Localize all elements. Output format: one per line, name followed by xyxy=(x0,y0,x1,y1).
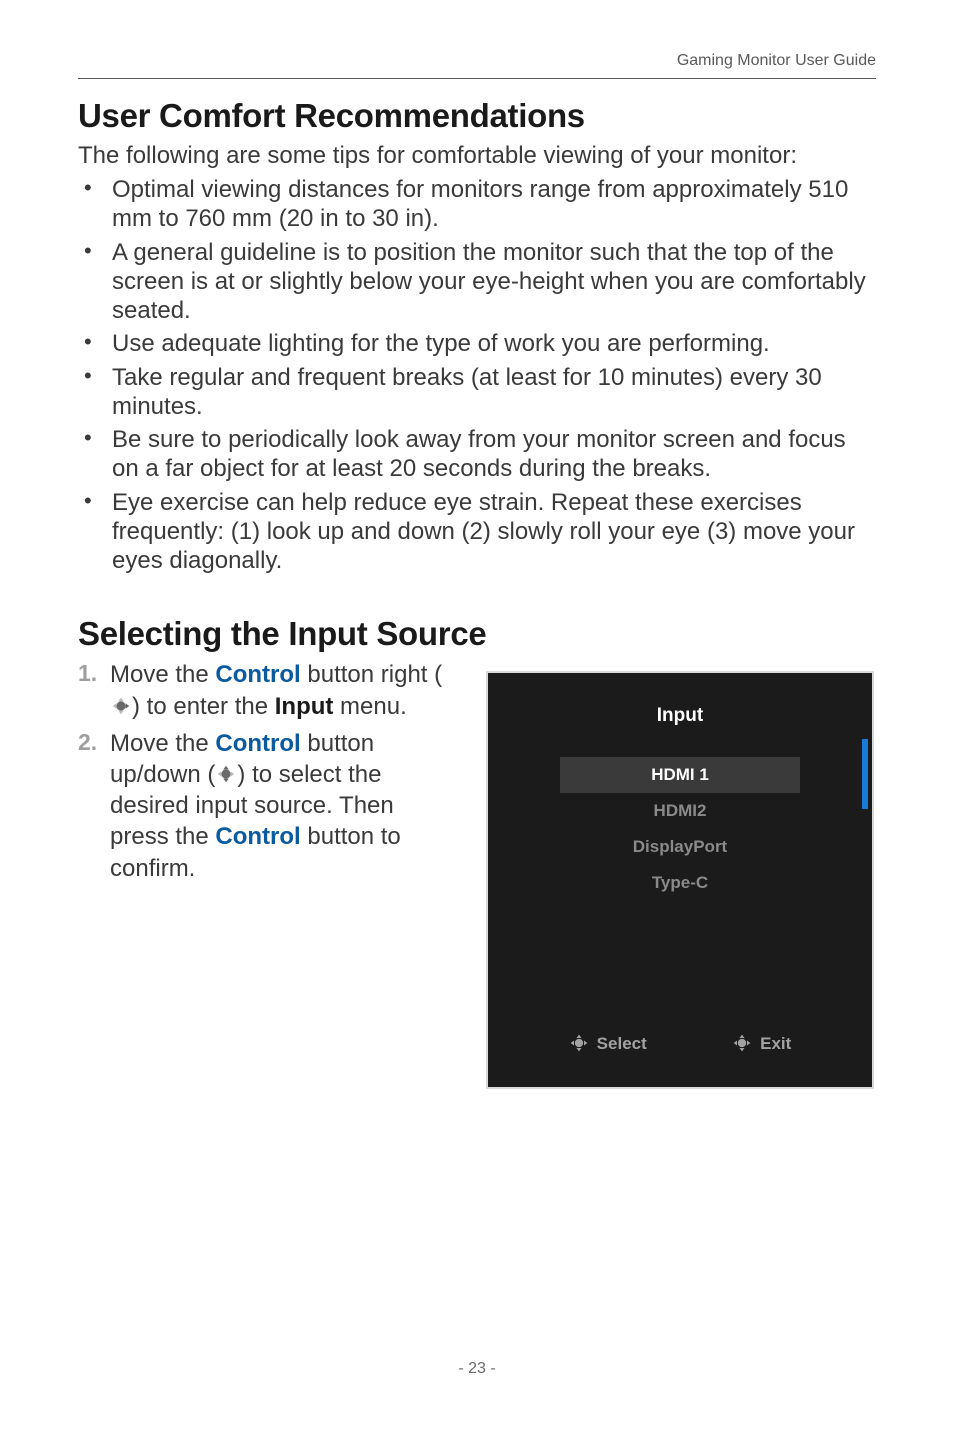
list-item: Be sure to periodically look away from y… xyxy=(78,425,876,484)
osd-scrollbar-thumb[interactable] xyxy=(862,739,868,809)
osd-select-label: Select xyxy=(597,1034,647,1054)
intro-text: The following are some tips for comforta… xyxy=(78,141,876,171)
osd-panel: Input HDMI 1 HDMI2 DisplayPort Type-C Se… xyxy=(486,671,874,1089)
step-item: Move the Control button right ( ) to ente… xyxy=(78,659,458,721)
steps-list: Move the Control button right ( ) to ente… xyxy=(78,659,458,883)
osd-scrollbar[interactable] xyxy=(862,743,868,913)
step-text: Move the xyxy=(110,730,215,757)
step-text: button right ( xyxy=(301,661,442,688)
osd-input-list: HDMI 1 HDMI2 DisplayPort Type-C xyxy=(488,757,872,901)
page-number: - 23 - xyxy=(0,1360,954,1378)
comfort-tips-list: Optimal viewing distances for monitors r… xyxy=(78,175,876,575)
osd-item-hdmi2[interactable]: HDMI2 xyxy=(488,793,872,829)
list-item: Optimal viewing distances for monitors r… xyxy=(78,175,876,234)
input-keyword: Input xyxy=(275,693,334,720)
step-text: Move the xyxy=(110,661,215,688)
list-item: Eye exercise can help reduce eye strain.… xyxy=(78,488,876,576)
osd-footer: Select Exit xyxy=(488,1033,872,1055)
joystick-exit-icon xyxy=(732,1033,754,1055)
control-keyword: Control xyxy=(215,730,300,757)
joystick-select-icon xyxy=(569,1033,591,1055)
osd-exit-hint: Exit xyxy=(732,1033,791,1055)
heading-user-comfort: User Comfort Recommendations xyxy=(78,97,876,135)
list-item: Use adequate lighting for the type of wo… xyxy=(78,329,876,358)
osd-select-hint: Select xyxy=(569,1033,647,1055)
osd-title: Input xyxy=(488,673,872,727)
osd-exit-label: Exit xyxy=(760,1034,791,1054)
osd-item-hdmi1[interactable]: HDMI 1 xyxy=(560,757,800,793)
list-item: A general guideline is to position the m… xyxy=(78,238,876,326)
list-item: Take regular and frequent breaks (at lea… xyxy=(78,363,876,422)
running-header: Gaming Monitor User Guide xyxy=(78,52,876,79)
control-keyword: Control xyxy=(215,661,300,688)
joystick-updown-icon xyxy=(215,762,237,784)
osd-item-displayport[interactable]: DisplayPort xyxy=(488,829,872,865)
osd-item-typec[interactable]: Type-C xyxy=(488,865,872,901)
step-text: menu. xyxy=(333,693,406,720)
step-text: ) to enter the xyxy=(132,693,275,720)
control-keyword: Control xyxy=(215,823,300,850)
heading-input-source: Selecting the Input Source xyxy=(78,615,876,653)
step-item: Move the Control button up/down () to se… xyxy=(78,728,458,884)
joystick-right-icon xyxy=(110,694,132,716)
